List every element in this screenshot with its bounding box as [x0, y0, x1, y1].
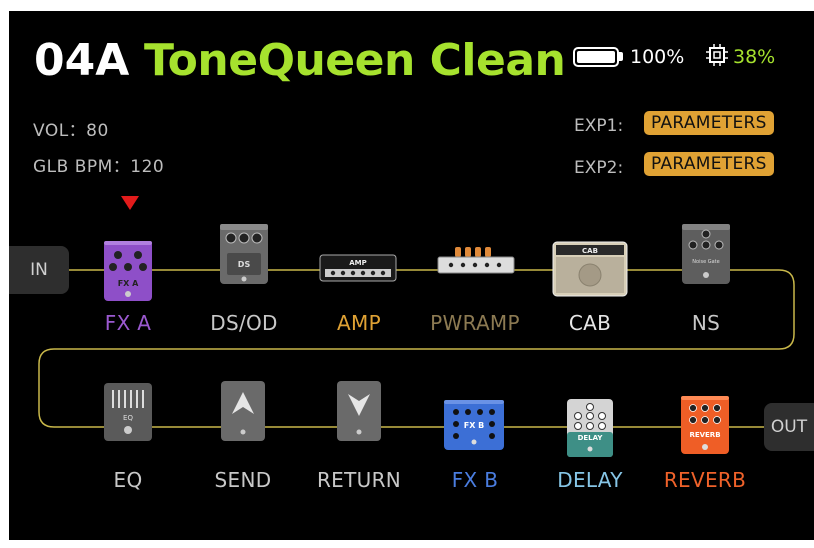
- cab-text: CAB: [582, 247, 598, 255]
- delay-pedal-icon[interactable]: DELAY: [566, 398, 614, 458]
- reverb-pedal-icon[interactable]: REVERB: [680, 395, 730, 455]
- cabinet-icon[interactable]: CAB: [552, 241, 628, 297]
- ds-od-pedal-icon[interactable]: DS: [219, 223, 269, 285]
- block-label-delay: DELAY: [557, 468, 623, 492]
- return-icon[interactable]: [336, 380, 382, 442]
- block-label-ds-od: DS/OD: [210, 311, 278, 335]
- noise-suppressor-pedal-icon[interactable]: Noise Gate: [681, 223, 731, 285]
- fx-b-pedal-icon[interactable]: FX B: [443, 399, 505, 451]
- selected-block-marker: [121, 196, 139, 210]
- delay-pedal-text: DELAY: [578, 434, 604, 442]
- block-label-ns: NS: [691, 311, 721, 335]
- eq-pedal-text: EQ: [123, 414, 133, 422]
- device-screen: 04A ToneQueen Clean 100% 38% VOL：80 GLB …: [9, 11, 814, 540]
- ns-pedal-text: Noise Gate: [692, 259, 719, 265]
- block-label-reverb: REVERB: [663, 468, 747, 492]
- block-label-amp: AMP: [337, 311, 381, 335]
- power-amp-icon[interactable]: [437, 245, 515, 275]
- block-label-fx-b: FX B: [451, 468, 499, 492]
- amp-head-text: AMP: [349, 259, 367, 267]
- block-label-cab: CAB: [568, 311, 612, 335]
- block-label-pwramp: PWRAMP: [430, 311, 520, 335]
- ds-pedal-text: DS: [238, 260, 251, 269]
- block-label-fx-a: FX A: [104, 311, 152, 335]
- input-button[interactable]: IN: [9, 246, 69, 294]
- fx-a-pedal-icon[interactable]: FX A: [103, 240, 153, 302]
- output-button[interactable]: OUT: [764, 403, 814, 451]
- send-icon[interactable]: [220, 380, 266, 442]
- block-label-return: RETURN: [316, 468, 402, 492]
- block-label-send: SEND: [214, 468, 272, 492]
- fxa-pedal-text: FX A: [118, 279, 139, 288]
- fxb-pedal-text: FX B: [464, 421, 485, 430]
- block-label-eq: EQ: [113, 468, 143, 492]
- amp-head-icon[interactable]: AMP: [319, 254, 397, 282]
- reverb-pedal-text: REVERB: [689, 431, 720, 439]
- eq-pedal-icon[interactable]: EQ: [103, 382, 153, 442]
